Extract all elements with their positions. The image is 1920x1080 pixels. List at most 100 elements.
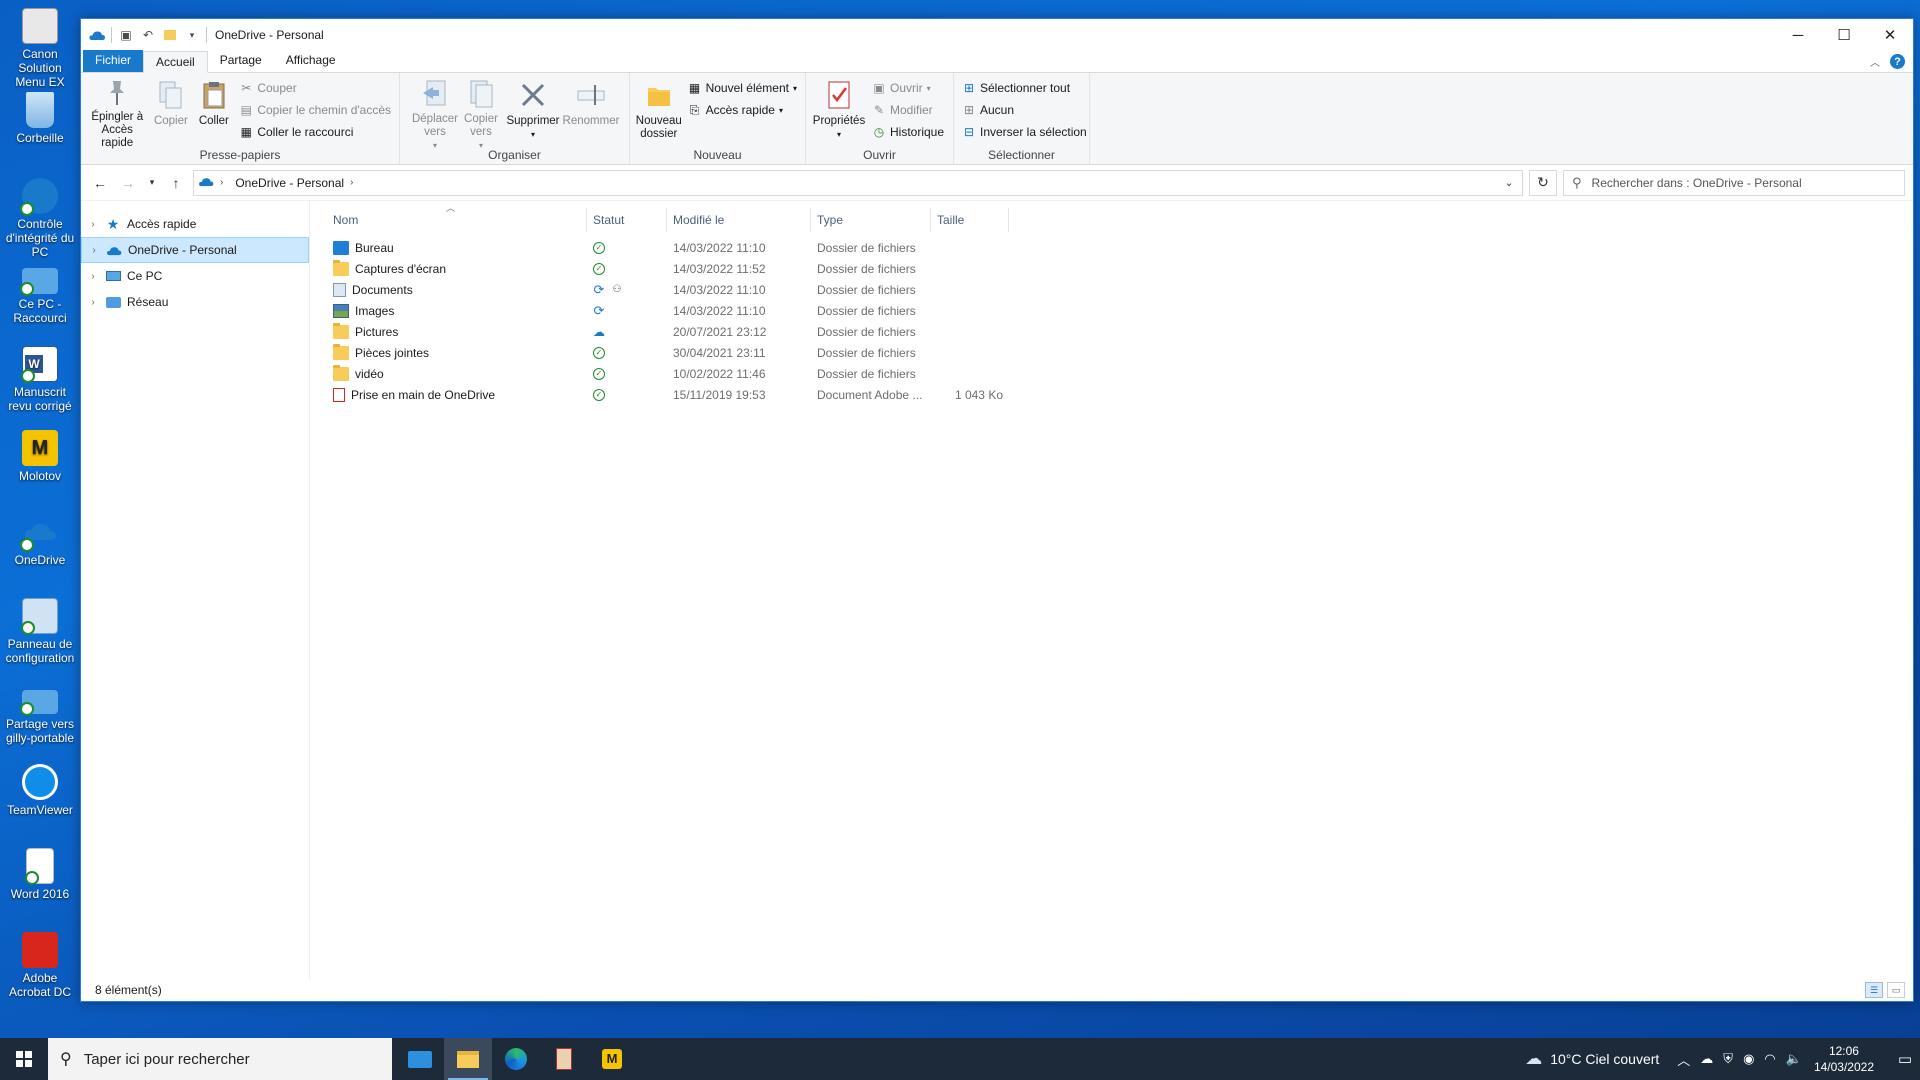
search-icon: ⚲	[1572, 174, 1582, 190]
expand-icon[interactable]: ›	[87, 297, 99, 308]
chevron-right-icon[interactable]: ›	[350, 177, 353, 188]
webcam-icon[interactable]: ◉	[1743, 1051, 1754, 1067]
file-row-bureau[interactable]: Bureau ✓ 14/03/2022 11:10 Dossier de fic…	[310, 237, 1913, 258]
forward-button[interactable]: →	[117, 172, 139, 194]
file-row-prise-en-main[interactable]: Prise en main de OneDrive ✓ 15/11/2019 1…	[310, 384, 1913, 405]
onedrive-tray-icon[interactable]: ☁	[1700, 1051, 1713, 1067]
weather-widget[interactable]: ☁ 10°C Ciel couvert	[1525, 1049, 1659, 1069]
taskbar-molotov[interactable]: M	[588, 1038, 636, 1080]
new-folder-button[interactable]: Nouveau dossier	[634, 77, 684, 147]
open-button[interactable]: ▣ Ouvrir ▾	[872, 79, 944, 97]
paste-shortcut-button[interactable]: ▦ Coller le raccourci	[239, 123, 391, 141]
column-modified[interactable]: Modifié le	[667, 208, 811, 232]
column-status[interactable]: Statut	[587, 208, 667, 232]
help-icon[interactable]: ?	[1890, 54, 1905, 69]
desktop-icon-manuscript[interactable]: W Manuscrit revu corrigé	[0, 346, 80, 413]
file-name: Prise en main de OneDrive	[351, 387, 496, 402]
customize-qat-icon[interactable]: ▾	[184, 27, 200, 43]
tab-home[interactable]: Accueil	[143, 51, 208, 73]
column-size[interactable]: Taille	[931, 208, 1009, 232]
desktop-icon-teamviewer[interactable]: TeamViewer	[0, 764, 80, 817]
rename-button[interactable]: Renommer	[562, 77, 620, 147]
expand-icon[interactable]: ›	[88, 245, 100, 256]
taskbar-search[interactable]: ⚲ Taper ici pour rechercher	[48, 1038, 392, 1080]
chevron-right-icon[interactable]: ›	[220, 177, 223, 188]
clock[interactable]: 12:06 14/03/2022	[1814, 1043, 1874, 1075]
properties-button[interactable]: Propriétés ▾	[810, 77, 868, 147]
breadcrumb-onedrive[interactable]: OneDrive - Personal	[235, 176, 344, 190]
file-row-pieces-jointes[interactable]: Pièces jointes ✓ 30/04/2021 23:11 Dossie…	[310, 342, 1913, 363]
nav-network[interactable]: › Réseau	[81, 289, 309, 315]
tab-share[interactable]: Partage	[208, 50, 274, 72]
details-view-icon[interactable]: ☰	[1865, 982, 1883, 998]
nav-onedrive[interactable]: › OneDrive - Personal	[81, 237, 309, 263]
desktop-icon-pc-health[interactable]: Contrôle d'intégrité du PC	[0, 178, 80, 259]
taskbar-edge[interactable]	[492, 1038, 540, 1080]
address-bar[interactable]: › OneDrive - Personal › ⌄	[193, 169, 1523, 196]
cut-button[interactable]: ✂ Couper	[239, 79, 391, 97]
sync-pending-icon: ⟳	[593, 281, 605, 297]
tab-view[interactable]: Affichage	[274, 50, 348, 72]
wifi-icon[interactable]: ◠	[1764, 1051, 1775, 1067]
select-none-button[interactable]: ⊞ Aucun	[962, 101, 1087, 119]
desktop-icon-canon[interactable]: Canon Solution Menu EX	[0, 8, 80, 89]
file-row-pictures[interactable]: Pictures ☁ 20/07/2021 23:12 Dossier de f…	[310, 321, 1913, 342]
back-button[interactable]: ←	[89, 172, 111, 194]
invert-selection-button[interactable]: ⊟ Inverser la sélection	[962, 123, 1087, 141]
file-row-documents[interactable]: Documents ⟳ ⚇ 14/03/2022 11:10 Dossier de…	[310, 279, 1913, 300]
desktop-icon-recycle-bin[interactable]: Corbeille	[0, 92, 80, 145]
expand-icon[interactable]: ›	[87, 219, 99, 230]
copy-to-button[interactable]: Copier vers ▾	[458, 77, 504, 150]
undo-icon[interactable]: ↶	[140, 27, 156, 43]
maximize-button[interactable]: ☐	[1821, 19, 1867, 51]
copy-path-button[interactable]: ▤ Copier le chemin d'accès	[239, 101, 391, 119]
file-row-video[interactable]: vidéo ✓ 10/02/2022 11:46 Dossier de fich…	[310, 363, 1913, 384]
taskbar-file-explorer[interactable]	[444, 1038, 492, 1080]
paste-button[interactable]: Coller	[192, 77, 235, 147]
edit-button[interactable]: ✎ Modifier	[872, 101, 944, 119]
recent-locations-button[interactable]: ▾	[145, 172, 159, 194]
large-icons-view-icon[interactable]: ▭	[1887, 982, 1905, 998]
start-button[interactable]	[0, 1038, 48, 1080]
new-folder-icon[interactable]	[162, 27, 178, 43]
desktop-icon-control-panel[interactable]: Panneau de configuration	[0, 598, 80, 665]
desktop-icon-word[interactable]: Word 2016	[0, 848, 80, 901]
title-bar[interactable]: ▣ ↶ ▾ OneDrive - Personal ─ ☐ ✕	[81, 19, 1913, 51]
minimize-button[interactable]: ─	[1775, 19, 1821, 51]
copy-button[interactable]: Copier	[149, 77, 192, 147]
move-to-button[interactable]: Déplacer vers ▾	[412, 77, 458, 150]
word-icon	[25, 848, 54, 885]
taskbar-mail[interactable]	[396, 1038, 444, 1080]
expand-icon[interactable]: ›	[87, 271, 99, 282]
close-button[interactable]: ✕	[1867, 19, 1913, 51]
up-button[interactable]: ↑	[165, 172, 187, 194]
tab-file[interactable]: Fichier	[83, 50, 144, 72]
desktop-icon-molotov[interactable]: M Molotov	[0, 430, 80, 483]
chevron-up-icon[interactable]: ︿	[1677, 1050, 1690, 1069]
pin-quick-access-button[interactable]: Épingler à Accès rapide	[85, 77, 149, 149]
collapse-ribbon-icon[interactable]: ︿	[1870, 54, 1880, 69]
easy-access-button[interactable]: ⎘ Accès rapide ▾	[688, 101, 797, 119]
desktop-icon-share[interactable]: Partage vers gilly-portable	[0, 682, 80, 745]
properties-icon[interactable]: ▣	[118, 27, 134, 43]
desktop-icon-onedrive[interactable]: OneDrive	[0, 514, 80, 567]
desktop-icon-acrobat[interactable]: Adobe Acrobat DC	[0, 932, 80, 999]
volume-icon[interactable]: 🔈	[1786, 1051, 1802, 1067]
refresh-button[interactable]: ↻	[1529, 169, 1557, 196]
notification-center-icon[interactable]: ▭	[1890, 1038, 1920, 1080]
security-shield-icon[interactable]: ⛨	[1723, 1051, 1733, 1067]
search-box[interactable]: ⚲ Rechercher dans : OneDrive - Personal	[1563, 169, 1905, 196]
column-name[interactable]: Nom	[327, 208, 587, 232]
delete-button[interactable]: Supprimer ▾	[504, 77, 562, 147]
select-all-button[interactable]: ⊞ Sélectionner tout	[962, 79, 1087, 97]
history-button[interactable]: ◷ Historique	[872, 123, 944, 141]
column-type[interactable]: Type	[811, 208, 931, 232]
desktop-icon-this-pc[interactable]: Ce PC - Raccourci	[0, 262, 80, 325]
new-item-button[interactable]: ▦ Nouvel élément ▾	[688, 79, 797, 97]
file-row-captures[interactable]: Captures d'écran ✓ 14/03/2022 11:52 Doss…	[310, 258, 1913, 279]
file-row-images[interactable]: Images ⟳ 14/03/2022 11:10 Dossier de fic…	[310, 300, 1913, 321]
nav-this-pc[interactable]: › Ce PC	[81, 263, 309, 289]
address-dropdown-icon[interactable]: ⌄	[1496, 171, 1522, 195]
taskbar-app-4[interactable]	[540, 1038, 588, 1080]
nav-quick-access[interactable]: › ★ Accès rapide	[81, 211, 309, 237]
